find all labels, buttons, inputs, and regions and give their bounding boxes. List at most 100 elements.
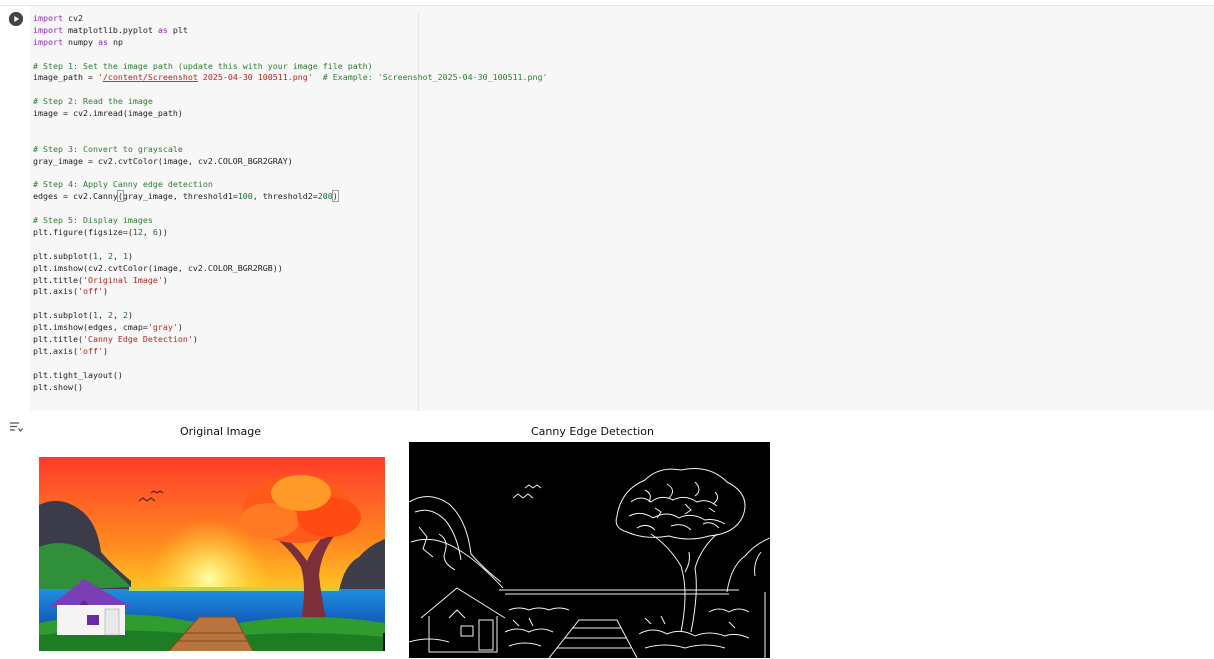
code-line: import numpy as np [33, 37, 548, 49]
code-token: gray_image = cv2.cvtColor(image, cv2.COL… [33, 155, 293, 166]
code-token: ) [102, 286, 108, 297]
code-token: cv2 [62, 13, 83, 23]
code-line: plt.subplot(1, 2, 2) [33, 310, 548, 322]
cell-gutter [0, 6, 30, 659]
code-token: 12 [132, 227, 143, 238]
code-token: import [33, 36, 63, 47]
output-toggle-button[interactable] [9, 418, 23, 432]
code-token: plt.title( [33, 334, 83, 345]
code-token: import [33, 24, 63, 35]
output-toggle-icon [10, 422, 23, 432]
code-line: plt.title('Original Image') [33, 275, 548, 287]
code-token: /content/Screenshot [102, 72, 198, 83]
code-line: import matplotlib.pyplot as plt [33, 25, 548, 37]
code-token: 'Original Image' [82, 274, 163, 285]
code-line: # Step 5: Display images [33, 215, 548, 227]
code-token: ) [127, 310, 133, 321]
code-token: # Step 4: Apply Canny edge detection [33, 179, 213, 190]
code-token: gray_image, threshold1= [122, 191, 238, 202]
code-token: 'Canny Edge Detection' [82, 334, 193, 345]
code-token: ) [177, 322, 183, 333]
code-token: plt.subplot( [33, 310, 93, 321]
code-token: , threshold2= [252, 191, 318, 202]
code-token: # Step 2: Read the image [33, 96, 153, 107]
code-line: plt.axis('off') [33, 286, 548, 298]
code-token: )) [157, 227, 168, 238]
code-token: plt.imshow(edges, cmap= [33, 322, 148, 333]
code-token: # Example: 'Screenshot_2025-04-30_100511… [322, 72, 548, 83]
code-token: plt [167, 24, 188, 35]
code-token: numpy [62, 36, 98, 47]
code-line: plt.title('Canny Edge Detection') [33, 334, 548, 346]
code-token: , [142, 227, 153, 238]
code-line: image_path = '/content/Screenshot 2025-0… [33, 72, 548, 84]
code-line: plt.tight_layout() [33, 370, 548, 382]
cell-output: Original Image Canny Edge Detection [30, 411, 1214, 659]
right-plot-title: Canny Edge Detection [531, 425, 654, 438]
code-token: ) [127, 250, 133, 261]
code-line: plt.figure(figsize=(12, 6)) [33, 227, 548, 239]
code-line: # Step 3: Convert to grayscale [33, 144, 548, 156]
code-line: plt.subplot(1, 2, 1) [33, 251, 548, 263]
code-text[interactable]: import cv2 import matplotlib.pyplot as pl… [33, 13, 548, 394]
code-token: import [33, 13, 63, 23]
code-line: plt.show() [33, 382, 548, 394]
code-token: matplotlib.pyplot [62, 24, 158, 35]
code-token: plt.axis( [33, 345, 78, 356]
play-circle-icon [9, 12, 23, 26]
code-token: plt.title( [33, 274, 83, 285]
code-token: ) [162, 274, 168, 285]
code-token: 2025-04-30 100511.png' [197, 72, 313, 83]
code-token: # Step 3: Convert to grayscale [33, 143, 183, 154]
code-line: gray_image = cv2.cvtColor(image, cv2.COL… [33, 156, 548, 168]
code-line: plt.axis('off') [33, 346, 548, 358]
code-token: image = cv2.imread(image_path) [33, 108, 183, 119]
code-token: , [97, 310, 108, 321]
code-line: plt.imshow(edges, cmap='gray') [33, 322, 548, 334]
code-token: plt.subplot( [33, 250, 93, 261]
original-image [39, 457, 385, 651]
code-token: , [112, 250, 123, 261]
code-token: 200 [317, 191, 333, 202]
code-token: , [97, 250, 108, 261]
code-line: plt.imshow(cv2.cvtColor(image, cv2.COLOR… [33, 263, 548, 275]
code-token: plt.tight_layout() [33, 369, 123, 380]
code-token: plt.imshow(cv2.cvtColor(image, cv2.COLOR… [33, 262, 283, 273]
code-token: as [157, 24, 168, 35]
code-line: # Step 2: Read the image [33, 96, 548, 108]
code-line: edges = cv2.Canny(gray_image, threshold1… [33, 190, 548, 203]
code-token: 100 [237, 191, 253, 202]
code-token: 'gray' [147, 322, 178, 333]
code-token: plt.axis( [33, 286, 78, 297]
code-token: # Step 5: Display images [33, 215, 153, 226]
code-line: # Step 4: Apply Canny edge detection [33, 179, 548, 191]
code-line: # Step 1: Set the image path (update thi… [33, 61, 548, 73]
code-token: as [97, 36, 108, 47]
code-token: 'off' [77, 286, 103, 297]
code-token: plt.show() [33, 381, 83, 392]
code-cell[interactable]: import cv2 import matplotlib.pyplot as pl… [0, 6, 1214, 659]
code-token: # Step 1: Set the image path (update thi… [33, 60, 373, 71]
code-token: plt.figure(figsize=( [33, 227, 133, 238]
left-plot-title: Original Image [180, 425, 261, 438]
code-token: np [107, 36, 123, 47]
code-token: edges = cv2.Canny [33, 191, 118, 202]
code-token: , [112, 310, 123, 321]
canny-edge-image [409, 442, 770, 658]
code-line: import cv2 [33, 13, 548, 25]
code-line: image = cv2.imread(image_path) [33, 108, 548, 120]
code-editor[interactable]: import cv2 import matplotlib.pyplot as pl… [30, 6, 1214, 411]
run-cell-button[interactable] [9, 12, 23, 26]
code-token: ) [192, 334, 198, 345]
code-token: ) [331, 190, 339, 203]
